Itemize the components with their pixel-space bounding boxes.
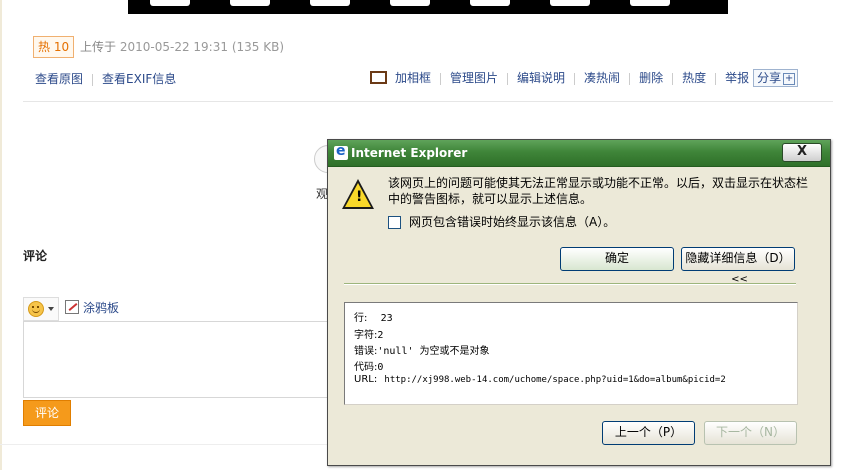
url-label: URL: <box>354 374 378 385</box>
ok-button[interactable]: 确定 <box>560 247 674 271</box>
chevron-down-icon <box>48 307 54 311</box>
dialog-body: ! 该网页上的问题可能使其无法正常显示或功能不正常。以后，双击显示在状态栏中的警… <box>328 167 830 465</box>
line-value: 23 <box>380 313 393 324</box>
view-original-link[interactable]: 查看原图 <box>35 72 83 86</box>
upload-prefix: 上传于 <box>80 40 117 54</box>
dialog-title: Internet Explorer <box>351 146 468 160</box>
line-label: 行: <box>354 313 368 324</box>
checkbox-label[interactable]: 网页包含错误时始终显示该信息（A）。 <box>409 215 615 229</box>
share-button[interactable]: 分享 + <box>753 69 799 87</box>
always-show-option: 网页包含错误时始终显示该信息（A）。 <box>388 213 615 230</box>
divider <box>715 72 717 85</box>
url-value: http://xj998.web-14.com/uchome/space.php… <box>384 375 726 385</box>
film-hole <box>230 0 270 6</box>
next-button[interactable]: 下一个（N） <box>704 421 797 445</box>
photo-film-strip <box>128 0 728 14</box>
comments-title: 评论 <box>23 249 48 263</box>
divider <box>507 72 509 85</box>
char-value: 2 <box>377 330 384 341</box>
divider-line <box>344 283 796 285</box>
view-exif-link[interactable]: 查看EXIF信息 <box>102 72 176 86</box>
code-value: 0 <box>377 362 384 373</box>
divider <box>629 72 631 85</box>
divider <box>574 72 576 85</box>
ie-error-dialog: Internet Explorer X ! 该网页上的问题可能使其无法正常显示或… <box>327 139 831 466</box>
delete-link[interactable]: 删除 <box>639 71 663 85</box>
detail-line: 行: 23 <box>354 309 393 324</box>
error-label: 错误: <box>354 346 378 357</box>
upload-info: 上传于 2010-05-22 19:31 (135 KB) <box>80 38 284 55</box>
error-details-box: 行: 23 字符:2 错误:'null' 为空或不是对象 代码:0 URL: h… <box>344 302 798 405</box>
frame-icon <box>370 71 387 84</box>
page-left-border <box>0 0 2 470</box>
close-button[interactable]: X <box>782 143 822 162</box>
divider <box>440 72 442 85</box>
report-link[interactable]: 举报 <box>725 71 749 85</box>
code-label: 代码: <box>354 362 378 373</box>
exclamation-icon: ! <box>356 189 363 205</box>
manage-photos-link[interactable]: 管理图片 <box>450 71 498 85</box>
heat-link[interactable]: 热度 <box>682 71 706 85</box>
detail-error: 错误:'null' 为空或不是对象 <box>354 342 490 357</box>
file-size: (135 KB) <box>231 40 284 54</box>
film-hole <box>550 0 590 6</box>
film-hole <box>390 0 430 6</box>
divider <box>92 73 94 86</box>
dialog-title-bar[interactable]: Internet Explorer X <box>328 140 830 167</box>
film-hole <box>470 0 510 6</box>
film-hole <box>310 0 350 6</box>
plus-icon: + <box>783 72 796 85</box>
divider <box>672 72 674 85</box>
film-hole <box>630 0 670 6</box>
hide-details-label: 隐藏详细信息（D） <box>685 251 791 265</box>
add-frame-link[interactable]: 加相框 <box>395 71 431 85</box>
upload-time: 2010-05-22 19:31 <box>119 40 228 54</box>
smiley-icon <box>28 301 44 317</box>
comment-textarea[interactable] <box>23 321 345 398</box>
emoticon-button[interactable] <box>23 297 59 321</box>
film-hole <box>150 0 190 6</box>
join-hot-link[interactable]: 凑热闹 <box>584 71 620 85</box>
photo-actions: 加相框 管理图片 编辑说明 凑热闹 删除 热度 举报 分享 + <box>370 69 799 87</box>
photo-links-left: 查看原图 查看EXIF信息 <box>35 70 176 87</box>
always-show-checkbox[interactable] <box>388 216 401 229</box>
internet-explorer-icon <box>334 143 348 160</box>
detail-char: 字符:2 <box>354 326 383 341</box>
error-value: 'null' 为空或不是对象 <box>377 346 490 357</box>
hide-details-button[interactable]: 隐藏详细信息（D）<< <box>681 247 795 285</box>
warning-icon: ! <box>342 179 374 209</box>
comment-submit-button[interactable]: 评论 <box>23 400 71 426</box>
divider-line <box>23 101 833 102</box>
hot-badge: 热 10 <box>33 36 75 58</box>
divider-line <box>0 444 330 445</box>
detail-code: 代码:0 <box>354 358 383 373</box>
previous-button[interactable]: 上一个（P） <box>602 421 695 445</box>
dialog-message: 该网页上的问题可能使其无法正常显示或功能不正常。以后，双击显示在状态栏中的警告图… <box>388 176 809 206</box>
doodle-icon[interactable] <box>65 300 79 314</box>
edit-description-link[interactable]: 编辑说明 <box>517 71 565 85</box>
detail-url: URL: http://xj998.web-14.com/uchome/spac… <box>354 374 726 385</box>
share-label: 分享 <box>757 71 782 85</box>
doodle-board-link[interactable]: 涂鸦板 <box>83 299 119 316</box>
char-label: 字符: <box>354 330 378 341</box>
